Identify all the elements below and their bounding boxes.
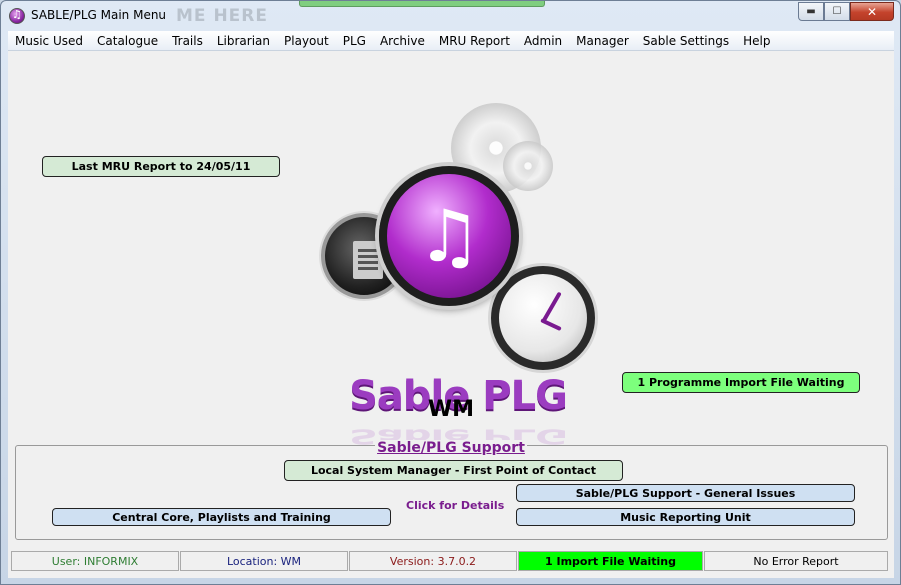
sable-plg-logo: ♫ Sable PLG Sable PLG [313, 101, 603, 448]
menu-admin[interactable]: Admin [517, 34, 569, 48]
cd-disc-icon [503, 141, 553, 191]
location-code: WM [427, 397, 475, 422]
maximize-icon: ☐ [832, 6, 842, 17]
clock-icon [491, 266, 595, 370]
menu-sable-settings[interactable]: Sable Settings [636, 34, 736, 48]
background-ghost-bar [299, 1, 545, 7]
music-reporting-unit-button[interactable]: Music Reporting Unit [516, 508, 855, 526]
last-mru-report-button[interactable]: Last MRU Report to 24/05/11 [42, 156, 280, 177]
window-controls: ▬ ☐ ✕ [798, 2, 894, 21]
menu-plg[interactable]: PLG [336, 34, 373, 48]
import-file-waiting-button[interactable]: 1 Programme Import File Waiting [622, 372, 860, 393]
maximize-button[interactable]: ☐ [824, 2, 850, 21]
title-bar[interactable]: SABLE/PLG Main Menu ME HERE ▬ ☐ ✕ [1, 1, 900, 31]
status-errors: No Error Report [704, 551, 888, 571]
minimize-button[interactable]: ▬ [798, 2, 824, 21]
background-ghost-title: ME HERE [176, 6, 268, 26]
general-issues-button[interactable]: Sable/PLG Support - General Issues [516, 484, 855, 502]
main-content: Last MRU Report to 24/05/11 1 Programme … [8, 51, 894, 578]
close-icon: ✕ [866, 4, 878, 19]
menu-archive[interactable]: Archive [373, 34, 432, 48]
menu-music-used[interactable]: Music Used [8, 34, 90, 48]
menu-catalogue[interactable]: Catalogue [90, 34, 165, 48]
close-button[interactable]: ✕ [850, 2, 894, 21]
menu-manager[interactable]: Manager [569, 34, 636, 48]
minimize-icon: ▬ [806, 6, 816, 17]
menu-mru-report[interactable]: MRU Report [432, 34, 517, 48]
menu-bar: Music Used Catalogue Trails Librarian Pl… [8, 31, 894, 51]
support-title-link[interactable]: Sable/PLG Support [375, 440, 527, 456]
menu-playout[interactable]: Playout [277, 34, 336, 48]
status-user: User: INFORMIX [11, 551, 179, 571]
central-core-button[interactable]: Central Core, Playlists and Training [52, 508, 391, 526]
support-title[interactable]: Sable/PLG Support [8, 437, 894, 456]
app-logo-icon[interactable] [9, 8, 25, 24]
window-title: SABLE/PLG Main Menu [31, 8, 167, 22]
app-window: SABLE/PLG Main Menu ME HERE ▬ ☐ ✕ Music … [0, 0, 901, 585]
status-version: Version: 3.7.0.2 [349, 551, 517, 571]
local-system-manager-button[interactable]: Local System Manager - First Point of Co… [284, 460, 623, 481]
click-for-details-label: Click for Details [406, 499, 505, 512]
menu-help[interactable]: Help [736, 34, 777, 48]
menu-trails[interactable]: Trails [165, 34, 210, 48]
status-imports[interactable]: 1 Import File Waiting [518, 551, 703, 571]
status-bar: User: INFORMIX Location: WM Version: 3.7… [11, 551, 891, 573]
status-location: Location: WM [180, 551, 348, 571]
menu-librarian[interactable]: Librarian [210, 34, 277, 48]
music-notes-icon: ♫ [379, 166, 519, 306]
